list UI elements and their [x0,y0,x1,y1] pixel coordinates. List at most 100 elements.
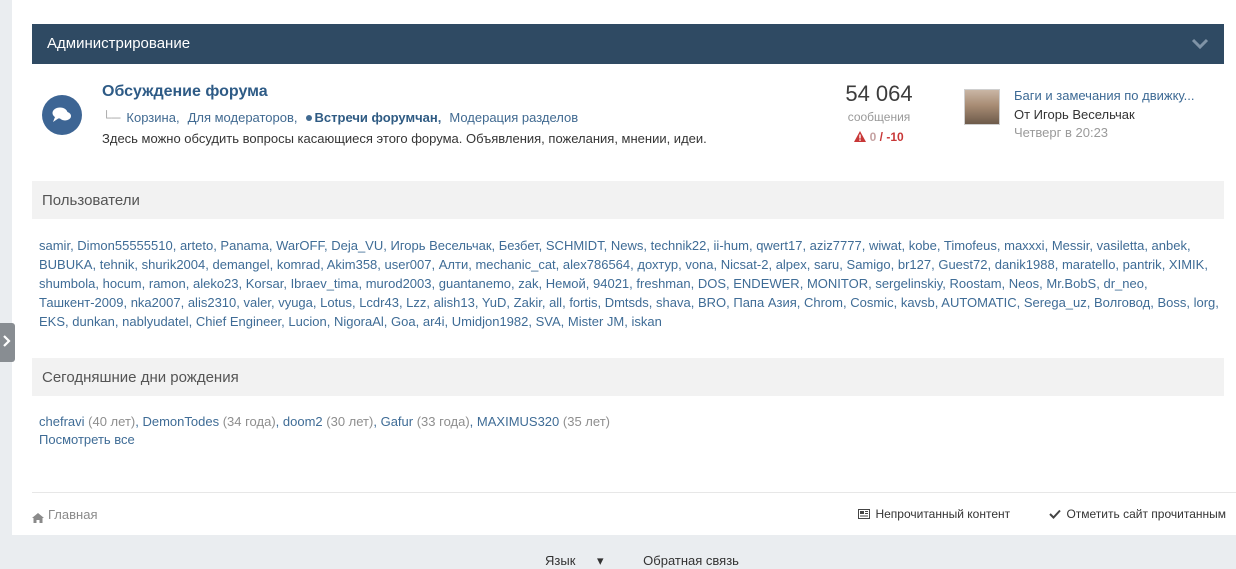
unread-content-link[interactable]: Непрочитанный контент [840,507,1013,521]
user-link[interactable]: nka2007 [131,295,181,310]
user-link[interactable]: Mister JM [568,314,624,329]
subforum-link[interactable]: Встречи форумчан [315,110,438,125]
forum-title[interactable]: Обсуждение форума [102,83,268,101]
user-link[interactable]: ENDEWER [733,276,799,291]
user-link[interactable]: Deja_VU [331,238,383,253]
mark-site-read-link[interactable]: Отметить сайт прочитанным [1031,507,1226,521]
user-link[interactable]: saru [814,257,839,272]
user-link[interactable]: Lzz [406,295,426,310]
user-link[interactable]: sergelinskiy [875,276,942,291]
user-link[interactable]: vasiletta [1097,238,1145,253]
user-link[interactable]: Korsar [246,276,284,291]
user-link[interactable]: AUTOMATIC [941,295,1016,310]
user-link[interactable]: Boss [1157,295,1186,310]
user-link[interactable]: technik22 [651,238,707,253]
user-link[interactable]: lorg [1194,295,1216,310]
user-link[interactable]: tehnik [100,257,135,272]
user-link[interactable]: Lucion [288,314,326,329]
language-menu[interactable]: Язык ▾ [545,553,622,568]
avatar[interactable] [964,89,1000,125]
user-link[interactable]: anbek [1152,238,1187,253]
category-title[interactable]: Администрирование [47,35,190,52]
user-link[interactable]: Neos [1009,276,1039,291]
user-link[interactable]: Messir [1052,238,1090,253]
user-link[interactable]: br127 [898,257,931,272]
user-link[interactable]: ii-hum [714,238,749,253]
birthday-user-link[interactable]: Gafur [381,414,414,429]
user-link[interactable]: dr_neo [1103,276,1143,291]
user-link[interactable]: Panama [220,238,268,253]
user-link[interactable]: murod2003 [366,276,432,291]
user-link[interactable]: Samigo [847,257,891,272]
user-link[interactable]: MONITOR [807,276,868,291]
user-link[interactable]: all [549,295,562,310]
user-link[interactable]: Goa [391,314,416,329]
user-link[interactable]: YuD [482,295,507,310]
user-link[interactable]: iskan [631,314,661,329]
user-link[interactable]: Roostam [950,276,1002,291]
user-link[interactable]: Timofeus [944,238,997,253]
user-link[interactable]: samir [39,238,70,253]
birthday-user-link[interactable]: doom2 [283,414,323,429]
user-link[interactable]: dunkan [72,314,115,329]
last-post-title[interactable]: Баги и замечания по движку... [1014,88,1194,103]
user-link[interactable]: Папа Азия [733,295,796,310]
user-link[interactable]: alis2310 [188,295,236,310]
user-link[interactable]: 94021 [593,276,629,291]
user-link[interactable]: BRO [698,295,726,310]
user-link[interactable]: ramon [149,276,186,291]
user-link[interactable]: Guest72 [938,257,987,272]
user-link[interactable]: News [611,238,644,253]
user-link[interactable]: kavsb [901,295,935,310]
subforum-link[interactable]: Для модераторов [188,110,294,125]
sidebar-toggle[interactable] [0,323,15,362]
user-link[interactable]: Ibraev_tima [291,276,359,291]
user-link[interactable]: Mr.BobS [1046,276,1096,291]
user-link[interactable]: Akim358 [327,257,378,272]
user-link[interactable]: Алти [439,257,468,272]
user-link[interactable]: demangel [212,257,269,272]
user-link[interactable]: aziz7777 [810,238,862,253]
user-link[interactable]: arteto [180,238,213,253]
user-link[interactable]: Chrom [804,295,843,310]
user-link[interactable]: Serega_uz [1024,295,1087,310]
user-link[interactable]: Dmtsds [605,295,649,310]
user-link[interactable]: valer [244,295,271,310]
user-link[interactable]: maxxxi [1004,238,1044,253]
user-link[interactable]: maratello [1062,257,1115,272]
user-link[interactable]: Игорь Весельчак [390,238,491,253]
birthday-user-link[interactable]: chefravi [39,414,85,429]
subforum-link[interactable]: Модерация разделов [449,110,578,125]
user-link[interactable]: Cosmic [850,295,893,310]
user-link[interactable]: nablyudatel [122,314,189,329]
user-link[interactable]: Umidjon1982 [452,314,529,329]
user-link[interactable]: Nicsat-2 [721,257,769,272]
user-link[interactable]: WarOFF [276,238,324,253]
user-link[interactable]: Lotus [320,295,352,310]
user-link[interactable]: DOS [698,276,726,291]
user-link[interactable]: Немой [546,276,586,291]
user-link[interactable]: kobe [909,238,937,253]
user-link[interactable]: Безбет [499,238,539,253]
user-link[interactable]: BUBUKA [39,257,92,272]
user-link[interactable]: alpex [776,257,807,272]
user-link[interactable]: XIMIK [1169,257,1204,272]
user-link[interactable]: freshman [636,276,690,291]
user-link[interactable]: alex786564 [563,257,630,272]
user-link[interactable]: fortis [569,295,597,310]
user-link[interactable]: danik1988 [995,257,1055,272]
user-link[interactable]: vyuga [278,295,313,310]
breadcrumb-home[interactable]: Главная [48,507,97,522]
user-link[interactable]: shurik2004 [142,257,206,272]
user-link[interactable]: Zakir [514,295,542,310]
user-link[interactable]: vona [685,257,713,272]
collapse-chevron-icon[interactable] [1190,36,1210,52]
user-link[interactable]: hocum [103,276,142,291]
user-link[interactable]: Chief Engineer [196,314,281,329]
user-link[interactable]: NigoraAl [334,314,384,329]
user-link[interactable]: ar4i [423,314,445,329]
user-link[interactable]: дохтур [637,257,678,272]
user-link[interactable]: Волговод [1094,295,1150,310]
user-link[interactable]: guantanemo [439,276,511,291]
see-all-link[interactable]: Посмотреть все [39,432,135,447]
